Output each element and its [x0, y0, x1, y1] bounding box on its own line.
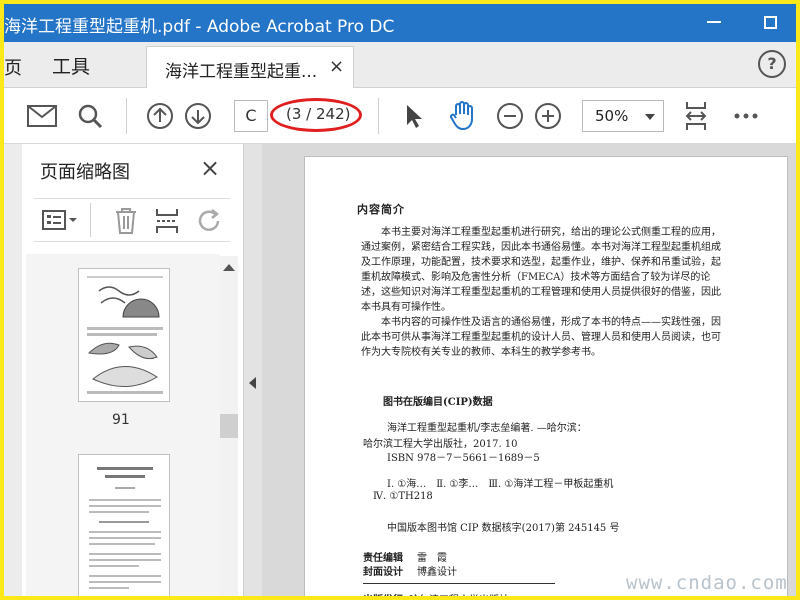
help-icon[interactable]: ?: [758, 50, 786, 78]
divider: [363, 583, 555, 584]
watermark: www.cndao.com: [626, 572, 788, 594]
page-paragraph: 本书主要对海洋工程重型起重机进行研究，给出的理论公式侧重工程的应用，通过案例，紧…: [361, 227, 721, 313]
panel-collapse-handle[interactable]: [244, 144, 262, 596]
close-icon[interactable]: ×: [200, 154, 220, 182]
page-thumbnail[interactable]: [78, 268, 170, 402]
more-icon[interactable]: [730, 100, 762, 132]
chevron-down-icon: [645, 114, 655, 120]
hand-icon[interactable]: [446, 100, 478, 132]
toolbar-separator: [378, 98, 379, 134]
maximize-button[interactable]: [750, 8, 790, 36]
thumbnail-text: [89, 467, 161, 589]
page-thumbnail[interactable]: [78, 454, 170, 596]
next-page-icon[interactable]: [182, 100, 214, 132]
toolbar: C (3 / 242) 50%: [4, 88, 796, 144]
tab-home[interactable]: 页: [4, 54, 22, 80]
tab-document[interactable]: 海洋工程重型起重... ×: [146, 46, 354, 88]
publisher-label: 出版发行: [363, 591, 403, 596]
options-menu-icon[interactable]: [42, 209, 78, 235]
thumbnail-diagram: [87, 276, 163, 394]
fit-page-icon[interactable]: [680, 100, 712, 132]
tab-document-label: 海洋工程重型起重...: [165, 62, 318, 82]
window-title: 海洋工程重型起重机.pdf - Adobe Acrobat Pro DC: [4, 17, 395, 37]
pdf-page: 内容简介 本书主要对海洋工程重型起重机进行研究，给出的理论公式侧重工程的应用，通…: [304, 156, 788, 596]
maximize-icon: [763, 15, 777, 29]
cip-line: 哈尔滨工程大学出版社，2017. 10: [363, 439, 518, 450]
zoom-select[interactable]: 50%: [582, 100, 664, 132]
tab-close-icon[interactable]: ×: [329, 56, 344, 77]
designer-name: 博鑫设计: [417, 567, 457, 578]
title-bar: 海洋工程重型起重机.pdf - Adobe Acrobat Pro DC: [4, 4, 796, 42]
highlight-annotation-oval: [270, 98, 362, 132]
insert-page-icon[interactable]: [154, 207, 180, 239]
editor-label: 责任编辑: [363, 553, 403, 564]
zoom-in-icon[interactable]: [532, 100, 564, 132]
page-number-input[interactable]: C: [234, 100, 268, 132]
panel-pointer: [4, 164, 12, 180]
cip-isbn: ISBN 978－7－5661－1689－5: [387, 453, 540, 464]
cip-record: 中国版本图书馆 CIP 数据核字(2017)第 245145 号: [387, 523, 620, 534]
mail-icon[interactable]: [26, 100, 58, 132]
rotate-icon[interactable]: [196, 207, 224, 239]
minimize-icon: [707, 21, 721, 23]
scrollbar-thumb[interactable]: [220, 414, 238, 438]
panel-separator: [90, 203, 91, 237]
page-heading: 内容简介: [357, 203, 405, 216]
cip-classification: Ⅳ. ①TH218: [373, 491, 433, 502]
editor-name: 雷 霞: [417, 553, 447, 564]
search-icon[interactable]: [74, 100, 106, 132]
tab-bar: 页 工具 海洋工程重型起重... × ?: [4, 42, 796, 88]
panel-title: 页面缩略图: [40, 162, 130, 183]
minimize-button[interactable]: [694, 8, 734, 36]
publisher-name: 哈尔滨工程大学出版社: [409, 591, 509, 596]
thumbnail-page-number: 91: [112, 412, 130, 428]
page-paragraph: 本书内容的可操作性及语言的通俗易懂，形成了本书的特点——实践性强，因此本书可供从…: [361, 317, 721, 358]
collapse-left-icon[interactable]: [249, 377, 256, 389]
cip-line: 海洋工程重型起重机/李志垒编著. —哈尔滨：: [387, 423, 587, 434]
sidebar-strip: [4, 144, 22, 596]
designer-label: 封面设计: [363, 567, 403, 578]
zoom-value: 50%: [595, 107, 629, 125]
select-cursor-icon[interactable]: [398, 100, 430, 132]
cip-heading: 图书在版编目(CIP)数据: [383, 397, 493, 408]
scroll-up-icon[interactable]: [223, 264, 235, 271]
zoom-out-icon[interactable]: [494, 100, 526, 132]
tab-tools[interactable]: 工具: [52, 52, 90, 79]
prev-page-icon[interactable]: [144, 100, 176, 132]
toolbar-separator: [126, 98, 127, 134]
cip-classification: Ⅰ. ①海… Ⅱ. ①李… Ⅲ. ①海洋工程－甲板起重机: [387, 479, 614, 490]
delete-icon[interactable]: [114, 207, 138, 239]
panel-toolbar: [34, 198, 230, 242]
app-window: 海洋工程重型起重机.pdf - Adobe Acrobat Pro DC 页 工…: [0, 0, 800, 600]
